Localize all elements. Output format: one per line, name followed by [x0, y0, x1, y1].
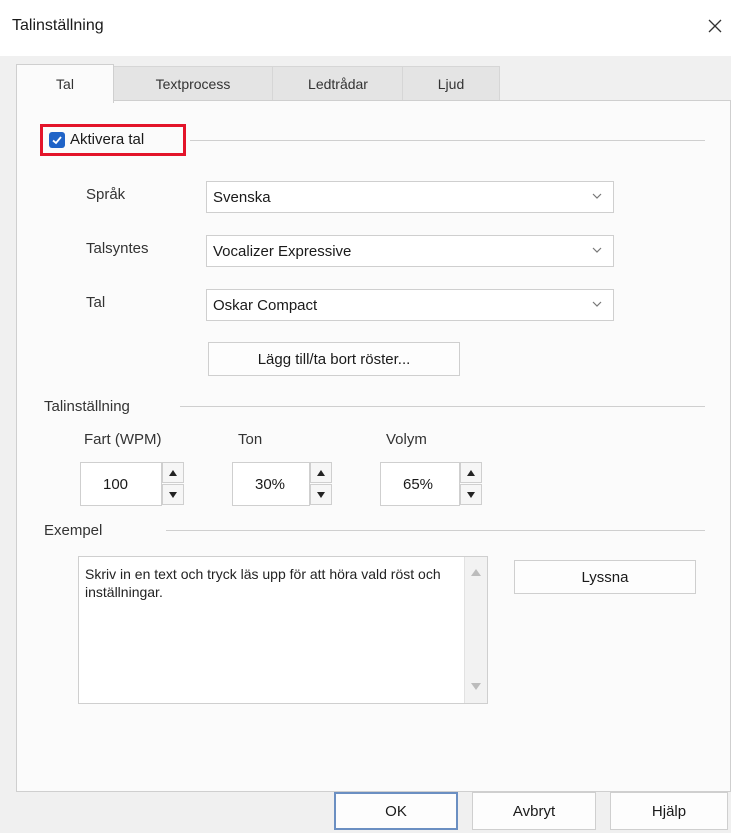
- settings-group-label: Talinställning: [44, 398, 130, 415]
- group-divider: [166, 530, 705, 531]
- chevron-down-icon: [592, 247, 602, 253]
- tab-label: Ledtrådar: [308, 76, 368, 92]
- voice-value: Oskar Compact: [213, 296, 318, 314]
- volume-up-button[interactable]: [460, 462, 482, 483]
- close-icon: [708, 19, 722, 33]
- voice-select[interactable]: Oskar Compact: [206, 289, 614, 321]
- rate-up-button[interactable]: [162, 462, 184, 483]
- volume-stepper: [460, 462, 482, 506]
- volume-down-button[interactable]: [460, 484, 482, 505]
- rate-stepper: [162, 462, 184, 506]
- tab-textprocess[interactable]: Textprocess: [112, 66, 274, 101]
- enable-speech-label[interactable]: Aktivera tal: [70, 131, 144, 148]
- volume-label: Volym: [386, 431, 427, 448]
- title-bar: Talinställning: [0, 0, 731, 56]
- arrow-up-icon: [467, 469, 475, 476]
- rate-value: 100: [103, 475, 129, 493]
- textarea-scrollbar[interactable]: [464, 557, 487, 703]
- example-text: Skriv in en text och tryck läs upp för a…: [85, 566, 441, 600]
- volume-input[interactable]: 65%: [380, 462, 460, 506]
- enable-speech-highlight: Aktivera tal: [40, 124, 186, 156]
- enable-speech-checkbox[interactable]: [49, 132, 65, 148]
- pitch-label: Ton: [238, 431, 263, 448]
- arrow-down-icon: [169, 491, 177, 498]
- group-divider: [180, 406, 705, 407]
- chevron-down-icon: [592, 301, 602, 307]
- volume-value: 65%: [403, 475, 434, 493]
- pitch-input[interactable]: 30%: [232, 462, 310, 506]
- pitch-down-button[interactable]: [310, 484, 332, 505]
- tab-label: Ljud: [437, 76, 465, 92]
- tab-label: Textprocess: [155, 76, 231, 92]
- help-button[interactable]: Hjälp: [610, 792, 728, 830]
- rate-label: Fart (WPM): [84, 431, 162, 448]
- arrow-down-icon: [317, 491, 325, 498]
- group-divider: [190, 140, 705, 141]
- tab-ljud[interactable]: Ljud: [402, 66, 500, 101]
- arrow-up-icon: [169, 469, 177, 476]
- tab-ledtradar[interactable]: Ledtrådar: [272, 66, 404, 101]
- synth-select[interactable]: Vocalizer Expressive: [206, 235, 614, 267]
- window-title: Talinställning: [12, 17, 104, 34]
- voice-label: Tal: [86, 294, 106, 311]
- pitch-value: 30%: [255, 475, 286, 493]
- tab-tal[interactable]: Tal: [16, 64, 114, 103]
- tab-label: Tal: [56, 76, 74, 92]
- arrow-up-icon: [317, 469, 325, 476]
- ok-button[interactable]: OK: [334, 792, 458, 830]
- language-label: Språk: [86, 186, 126, 203]
- arrow-down-icon: [467, 491, 475, 498]
- language-select[interactable]: Svenska: [206, 181, 614, 213]
- cancel-button[interactable]: Avbryt: [472, 792, 596, 830]
- synth-label: Talsyntes: [86, 240, 149, 257]
- listen-button[interactable]: Lyssna: [514, 560, 696, 594]
- synth-value: Vocalizer Expressive: [213, 242, 352, 260]
- arrow-up-icon: [471, 569, 481, 576]
- add-remove-voices-button[interactable]: Lägg till/ta bort röster...: [208, 342, 460, 376]
- arrow-down-icon: [471, 683, 481, 690]
- checkmark-icon: [52, 136, 62, 145]
- rate-down-button[interactable]: [162, 484, 184, 505]
- language-value: Svenska: [213, 188, 271, 206]
- example-textarea[interactable]: Skriv in en text och tryck läs upp för a…: [78, 556, 488, 704]
- close-button[interactable]: [700, 8, 730, 44]
- example-group-label: Exempel: [44, 522, 103, 539]
- pitch-up-button[interactable]: [310, 462, 332, 483]
- pitch-stepper: [310, 462, 332, 506]
- chevron-down-icon: [592, 193, 602, 199]
- rate-input[interactable]: 100: [80, 462, 162, 506]
